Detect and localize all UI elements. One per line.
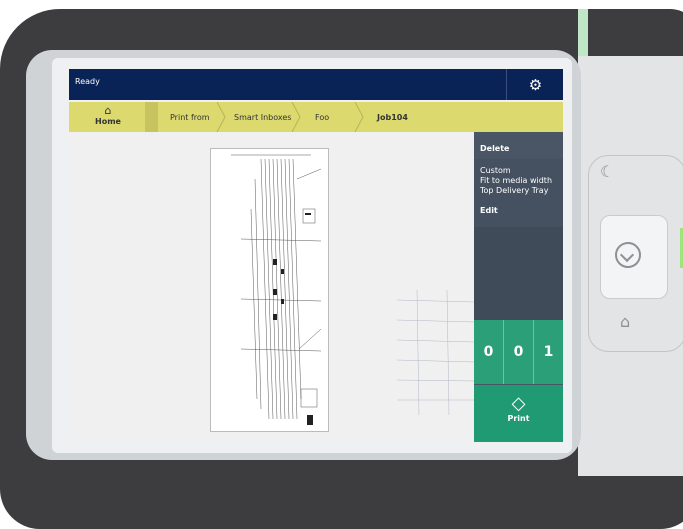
sleep-moon-icon[interactable]: ☾: [600, 162, 614, 181]
print-button[interactable]: ◇ Print: [474, 385, 563, 442]
drawing-faint-preview: [397, 290, 475, 415]
setting-line: Custom: [480, 166, 511, 175]
copies-counter[interactable]: 0 0 1: [474, 320, 563, 384]
print-label: Print: [507, 414, 530, 423]
home-button[interactable]: ⌂ Home: [83, 104, 133, 130]
status-light-strip: [578, 9, 588, 59]
copies-digit[interactable]: 1: [534, 320, 563, 384]
stop-icon: [615, 242, 641, 268]
chevron-right-icon: [291, 102, 301, 132]
status-text: Ready: [75, 77, 100, 86]
drawing-thumbnail: [231, 154, 322, 425]
settings-button[interactable]: ⚙: [506, 69, 563, 100]
home-divider: [145, 102, 158, 132]
print-diamond-icon: ◇: [511, 393, 526, 414]
touch-screen: Ready ⚙ ⌂ Home Print from Smart Inboxes …: [69, 69, 563, 442]
crumb-foo[interactable]: Foo: [315, 113, 329, 122]
delete-button[interactable]: Delete: [474, 134, 563, 160]
setting-line: Fit to media width: [480, 176, 553, 185]
chevron-right-icon: [354, 102, 364, 132]
home-label: Home: [95, 117, 121, 126]
crumb-print-from[interactable]: Print from: [170, 113, 210, 122]
chevron-right-icon: [216, 102, 226, 132]
document-page-preview[interactable]: [210, 148, 329, 432]
job-settings-button[interactable]: Custom Fit to media width Top Delivery T…: [474, 159, 563, 227]
copies-digit[interactable]: 0: [474, 320, 504, 384]
document-preview-area[interactable]: [69, 132, 475, 442]
delete-label: Delete: [480, 144, 510, 153]
edit-button[interactable]: Edit: [480, 206, 498, 215]
copies-digit[interactable]: 0: [504, 320, 534, 384]
hardware-home-icon[interactable]: ⌂: [620, 312, 630, 331]
gear-icon: ⚙: [528, 75, 543, 94]
crumb-smart-inboxes[interactable]: Smart Inboxes: [234, 113, 291, 122]
crumb-job104: Job104: [377, 113, 408, 122]
setting-line: Top Delivery Tray: [480, 186, 549, 195]
stop-button[interactable]: [600, 215, 668, 299]
home-icon: ⌂: [104, 104, 112, 117]
breadcrumb: ⌂ Home Print from Smart Inboxes Foo Job1…: [69, 102, 563, 132]
top-bar: Ready ⚙: [69, 69, 563, 100]
